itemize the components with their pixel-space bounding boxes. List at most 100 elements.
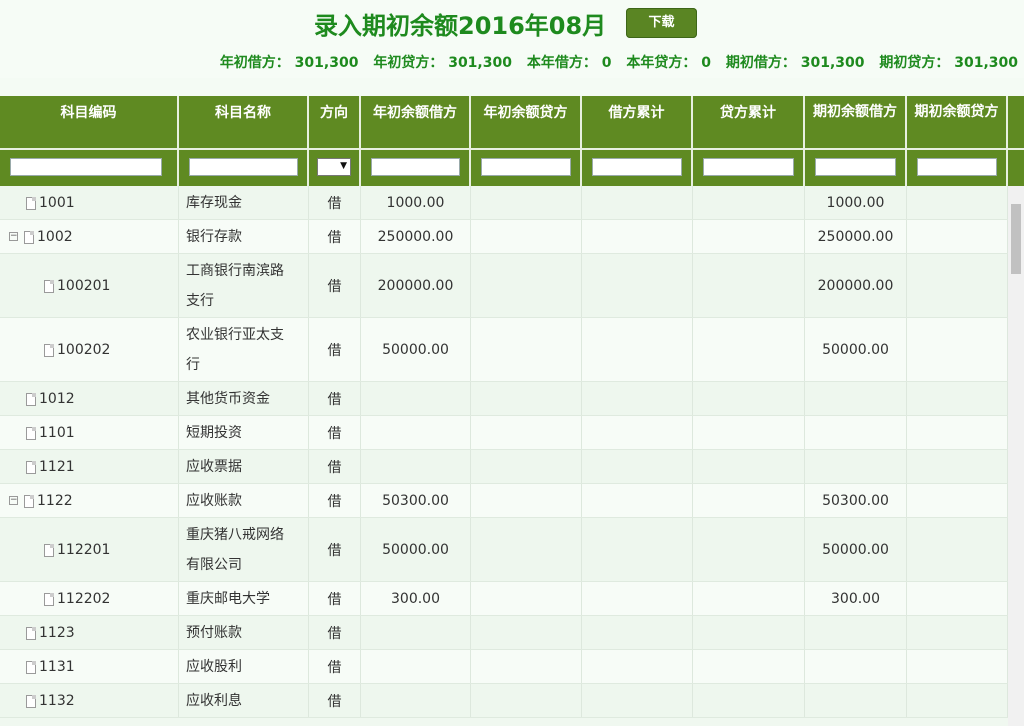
col-header-name[interactable]: 科目名称 <box>179 96 309 148</box>
grid-header: 科目编码 科目名称 方向 年初余额借方 年初余额贷方 借方累计 贷方累计 期初余… <box>0 96 1024 186</box>
period-debit-value: 50000.00 <box>822 541 889 558</box>
account-name: 短期投资 <box>186 424 242 441</box>
account-code: 1122 <box>37 492 73 509</box>
summary-year-debit: 年初借方： 301,300 <box>219 55 359 71</box>
col-header-year-debit[interactable]: 年初余额借方 <box>361 96 471 148</box>
filter-row <box>0 148 1024 186</box>
account-name: 重庆邮电大学 <box>186 590 270 607</box>
table-row[interactable]: 100202 农业银行亚太支行 借 50000.00 50000.00 <box>0 318 1008 382</box>
year-debit-value[interactable]: 50000.00 <box>382 542 449 558</box>
direction-value: 借 <box>327 391 342 408</box>
col-header-period-credit[interactable]: 期初余额贷方 <box>907 96 1008 148</box>
account-code: 100201 <box>57 277 111 294</box>
table-row[interactable]: 1101 短期投资 借 <box>0 416 1008 450</box>
filter-period-credit-input[interactable] <box>917 158 997 176</box>
col-header-direction[interactable]: 方向 <box>309 96 361 148</box>
document-icon <box>26 695 36 708</box>
account-code: 1131 <box>39 658 75 675</box>
document-icon <box>26 661 36 674</box>
summary-period-credit: 期初贷方： 301,300 <box>879 55 1018 71</box>
account-code: 1123 <box>39 624 75 641</box>
table-row[interactable]: 1123 预付账款 借 <box>0 616 1008 650</box>
document-icon <box>26 627 36 640</box>
direction-value: 借 <box>327 229 342 246</box>
table-row[interactable]: 100201 工商银行南滨路支行 借 200000.00 200000.00 <box>0 254 1008 318</box>
filter-direction-select[interactable] <box>317 158 351 176</box>
table-row[interactable]: 1121 应收票据 借 <box>0 450 1008 484</box>
account-code: 1121 <box>39 458 75 475</box>
account-code: 1002 <box>37 228 73 245</box>
scrollbar-thumb[interactable] <box>1011 204 1021 274</box>
account-name: 应收账款 <box>186 492 242 509</box>
col-header-credit-total[interactable]: 贷方累计 <box>693 96 805 148</box>
document-icon <box>44 593 54 606</box>
account-name: 工商银行南滨路支行 <box>186 262 284 309</box>
period-debit-value: 1000.00 <box>826 194 885 211</box>
account-code: 1012 <box>39 390 75 407</box>
filter-credit-total-input[interactable] <box>703 158 794 176</box>
document-icon <box>26 197 36 210</box>
document-icon <box>44 344 54 357</box>
filter-code-input[interactable] <box>10 158 162 176</box>
account-name: 应收股利 <box>186 658 242 675</box>
balance-summary: 年初借方： 301,300 年初贷方： 301,300 本年借方： 0 本年贷方… <box>210 52 1018 72</box>
direction-value: 借 <box>327 693 342 710</box>
account-code: 112202 <box>57 590 111 607</box>
table-row[interactable]: 1132 应收利息 借 <box>0 684 1008 718</box>
filter-year-debit-input[interactable] <box>371 158 460 176</box>
year-debit-value[interactable]: 250000.00 <box>378 229 454 245</box>
table-row[interactable]: 1001 库存现金 借 1000.00 1000.00 <box>0 186 1008 220</box>
summary-year-credit: 年初贷方： 301,300 <box>373 55 512 71</box>
account-code: 1132 <box>39 692 75 709</box>
collapse-icon[interactable]: − <box>9 496 18 505</box>
year-debit-value[interactable]: 300.00 <box>391 591 440 607</box>
table-row[interactable]: 112201 重庆猪八戒网络有限公司 借 50000.00 50000.00 <box>0 518 1008 582</box>
direction-value: 借 <box>327 342 342 359</box>
period-debit-value: 50300.00 <box>822 492 889 509</box>
account-code: 100202 <box>57 341 111 358</box>
table-row[interactable]: − 1002 银行存款 借 250000.00 250000.00 <box>0 220 1008 254</box>
direction-value: 借 <box>327 493 342 510</box>
year-debit-value[interactable]: 50300.00 <box>382 493 449 509</box>
direction-value: 借 <box>327 425 342 442</box>
col-header-year-credit[interactable]: 年初余额贷方 <box>471 96 582 148</box>
account-code: 1001 <box>39 194 75 211</box>
col-header-debit-total[interactable]: 借方累计 <box>582 96 693 148</box>
account-name: 预付账款 <box>186 624 242 641</box>
filter-period-debit-input[interactable] <box>815 158 896 176</box>
document-icon <box>44 544 54 557</box>
page-header: 录入期初余额2016年08月 下载 年初借方： 301,300 年初贷方： 30… <box>0 0 1024 78</box>
document-icon <box>26 461 36 474</box>
col-header-code[interactable]: 科目编码 <box>0 96 179 148</box>
direction-value: 借 <box>327 195 342 212</box>
filter-debit-total-input[interactable] <box>592 158 682 176</box>
account-name: 农业银行亚太支行 <box>186 326 284 373</box>
direction-value: 借 <box>327 459 342 476</box>
document-icon <box>26 393 36 406</box>
document-icon <box>26 427 36 440</box>
table-row[interactable]: − 1122 应收账款 借 50300.00 50300.00 <box>0 484 1008 518</box>
period-debit-value: 200000.00 <box>817 277 894 294</box>
vertical-scrollbar[interactable] <box>1008 186 1024 726</box>
year-debit-value[interactable]: 1000.00 <box>387 195 445 211</box>
account-name: 其他货币资金 <box>186 390 270 407</box>
table-row[interactable]: 1131 应收股利 借 <box>0 650 1008 684</box>
account-name: 库存现金 <box>186 194 242 211</box>
period-debit-value: 300.00 <box>831 590 880 607</box>
year-debit-value[interactable]: 200000.00 <box>378 278 454 294</box>
filter-year-credit-input[interactable] <box>481 158 571 176</box>
year-debit-value[interactable]: 50000.00 <box>382 342 449 358</box>
collapse-icon[interactable]: − <box>9 232 18 241</box>
col-header-period-debit[interactable]: 期初余额借方 <box>805 96 907 148</box>
download-button[interactable]: 下载 <box>626 8 697 38</box>
account-name: 银行存款 <box>186 228 242 245</box>
summary-current-credit: 本年贷方： 0 <box>626 55 711 71</box>
table-row[interactable]: 112202 重庆邮电大学 借 300.00 300.00 <box>0 582 1008 616</box>
account-name: 应收票据 <box>186 458 242 475</box>
account-code: 112201 <box>57 541 111 558</box>
document-icon <box>24 495 34 508</box>
summary-current-debit: 本年借方： 0 <box>526 55 612 71</box>
filter-name-input[interactable] <box>189 158 298 176</box>
account-name: 应收利息 <box>186 692 242 709</box>
table-row[interactable]: 1012 其他货币资金 借 <box>0 382 1008 416</box>
